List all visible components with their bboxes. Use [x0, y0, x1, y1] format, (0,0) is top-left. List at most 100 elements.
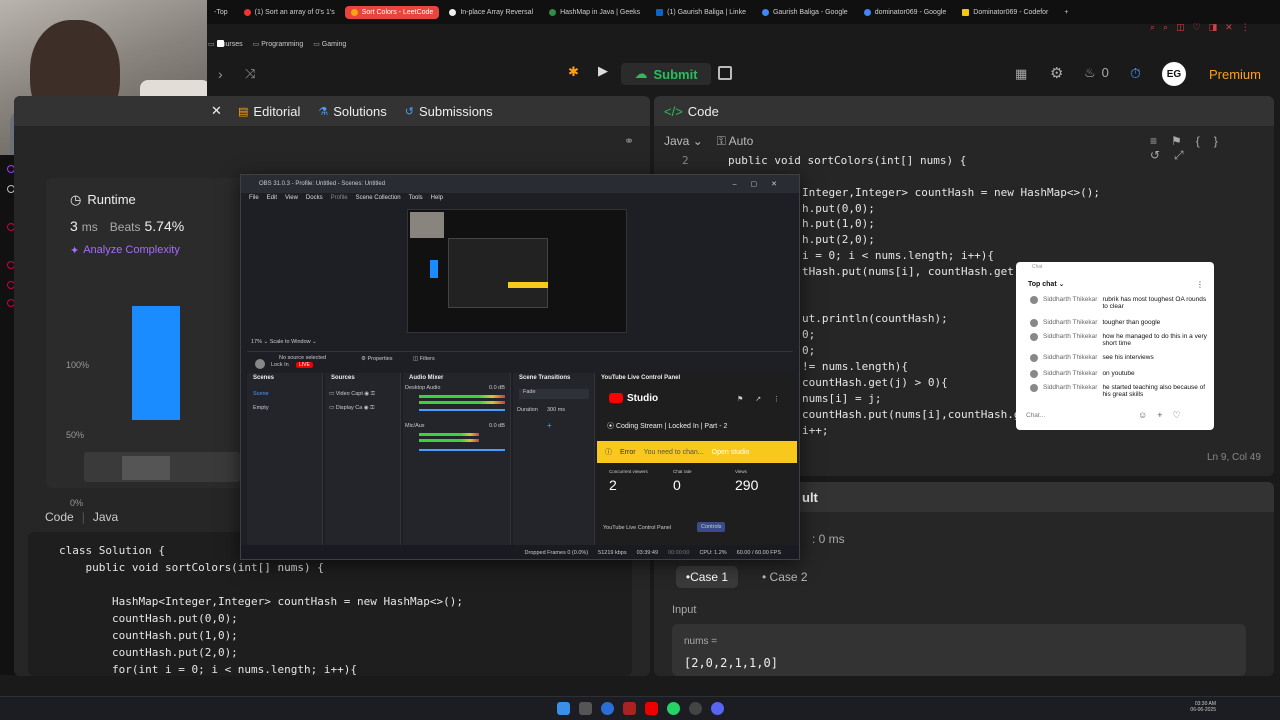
- leetcode-icon: [350, 8, 358, 16]
- debug-icon[interactable]: ✱: [568, 64, 588, 84]
- browser-tab[interactable]: dominator069 - Google: [858, 6, 953, 19]
- discord-icon[interactable]: [711, 702, 724, 715]
- scene-item[interactable]: Scene: [253, 391, 269, 397]
- memory-bar[interactable]: [122, 456, 170, 480]
- tab-code[interactable]: </> Code: [664, 104, 719, 119]
- streak-counter[interactable]: ♨ 0: [1084, 65, 1109, 81]
- globe-icon: [449, 8, 457, 16]
- avatar: [1030, 384, 1038, 392]
- menu-item[interactable]: Tools: [409, 195, 423, 201]
- menu-item[interactable]: Profile: [331, 195, 348, 201]
- duration-input[interactable]: 300 ms: [547, 407, 565, 413]
- layout-icon[interactable]: ▦: [1015, 66, 1027, 82]
- notes-icon[interactable]: [718, 66, 732, 80]
- tab-yt-control-panel[interactable]: YouTube Live Control Panel: [603, 525, 671, 531]
- avatar: [1030, 296, 1038, 304]
- menu-item[interactable]: Edit: [267, 195, 277, 201]
- obs-status-bar: Dropped Frames 0 (0.0%) 51219 kbps 03:39…: [241, 545, 799, 559]
- windows-start-icon[interactable]: [557, 702, 570, 715]
- browser-tab-active[interactable]: Sort Colors - LeetCode: [344, 5, 440, 19]
- volume-slider[interactable]: [419, 449, 505, 451]
- analyze-complexity-link[interactable]: ✦ Analyze Complexity: [70, 244, 180, 257]
- language-select[interactable]: Java ⌄: [664, 134, 703, 149]
- tab-submissions[interactable]: ↺ Submissions: [405, 104, 493, 119]
- chat-mode-select[interactable]: Top chat ⌄: [1028, 280, 1064, 288]
- add-icon[interactable]: +: [547, 421, 552, 430]
- browser-icon[interactable]: [601, 702, 614, 715]
- transition-select[interactable]: Fade: [519, 389, 589, 399]
- case-2-tab[interactable]: • Case 2: [762, 570, 808, 584]
- source-item[interactable]: ▭ Display Ca ◉ ⚿: [329, 405, 374, 412]
- stat-chat-rate: 0: [673, 477, 681, 493]
- browser-tab[interactable]: HashMap in Java | Geeks: [543, 6, 646, 19]
- avatar[interactable]: EG: [1162, 62, 1186, 86]
- case-1-tab[interactable]: • Case 1: [676, 566, 738, 588]
- properties-button[interactable]: ⚙ Properties: [361, 356, 393, 362]
- more-icon[interactable]: ⋮: [1196, 280, 1204, 289]
- bookmark-courses[interactable]: Courses: [208, 40, 243, 48]
- obs-preview[interactable]: [407, 209, 627, 333]
- error-banner: ⓘ Error You need to chan... Open studio: [597, 441, 797, 463]
- menu-item[interactable]: File: [249, 195, 259, 201]
- new-tab-button[interactable]: +: [1058, 6, 1074, 19]
- chat-actions[interactable]: ☺+♡: [1138, 410, 1191, 421]
- premium-button[interactable]: Premium: [1198, 63, 1272, 85]
- menu-item[interactable]: Scene Collection: [356, 195, 401, 201]
- bookmark-programming[interactable]: Programming: [253, 40, 303, 48]
- menu-item[interactable]: Help: [431, 195, 443, 201]
- tab-controls[interactable]: Controls: [697, 522, 726, 532]
- tab-editorial[interactable]: ▤ Editorial: [238, 104, 300, 119]
- stat-views: 290: [735, 477, 759, 493]
- run-icon[interactable]: ▶: [598, 63, 618, 85]
- browser-tab[interactable]: In-place Array Reversal: [443, 6, 539, 19]
- next-problem-icon[interactable]: ›: [218, 66, 223, 82]
- chat-message: Siddharth Thikekar tougher than google: [1030, 319, 1208, 327]
- open-studio-link[interactable]: Open studio: [712, 449, 750, 456]
- app-icon[interactable]: [623, 702, 636, 715]
- codeforces-icon: [962, 8, 970, 16]
- bookmark-gaming[interactable]: Gaming: [313, 40, 347, 48]
- upload-icon: ☁: [634, 66, 648, 81]
- source-item[interactable]: ▭ Video Capt ◉ ⚿: [329, 391, 375, 398]
- gear-icon[interactable]: ⚙: [1050, 64, 1063, 82]
- chat-input[interactable]: Chat...: [1026, 412, 1136, 419]
- browser-toolbar-icons[interactable]: ⌕⌕◫♡◨✕⋮: [1150, 22, 1258, 33]
- avatar: [255, 359, 265, 369]
- yt-actions[interactable]: ⚑↗⋮: [737, 395, 792, 403]
- cursor-position: Ln 9, Col 49: [1207, 452, 1261, 463]
- code-line: countHash.put(2,0);: [59, 646, 238, 659]
- lock-icon: ⚿: [716, 134, 726, 148]
- youtube-icon[interactable]: [645, 702, 658, 715]
- obs-icon[interactable]: [689, 702, 702, 715]
- volume-slider[interactable]: [419, 409, 505, 411]
- menu-item[interactable]: Docks: [306, 195, 323, 201]
- browser-tab[interactable]: (1) Sort an array of 0's 1's: [238, 6, 341, 19]
- window-controls[interactable]: –▢✕: [733, 180, 791, 188]
- timer-icon[interactable]: ⏱: [1130, 65, 1141, 82]
- scene-item[interactable]: Empty: [253, 405, 269, 411]
- code-line: countHash.put(0,0);: [59, 612, 238, 625]
- browser-tab[interactable]: Dominator069 - Codefor: [956, 6, 1054, 19]
- google-icon: [863, 8, 871, 16]
- share-link-icon[interactable]: ⚭: [624, 134, 634, 148]
- shuffle-icon[interactable]: ⤨: [245, 66, 255, 82]
- code-icon: </>: [664, 103, 683, 119]
- task-view-icon[interactable]: [579, 702, 592, 715]
- browser-tab[interactable]: -Top: [208, 6, 234, 19]
- whatsapp-icon[interactable]: [667, 702, 680, 715]
- tab-solutions[interactable]: ⚗ Solutions: [318, 104, 386, 119]
- menu-item[interactable]: View: [285, 195, 298, 201]
- code-line: HashMap<Integer,Integer> countHash = new…: [59, 595, 463, 608]
- runtime-bar[interactable]: [132, 306, 180, 420]
- y-tick: 50%: [66, 430, 85, 440]
- browser-tab[interactable]: (1) Gaurish Baliga | Linke: [650, 6, 752, 19]
- close-icon[interactable]: ✕: [211, 103, 222, 119]
- warning-icon: ⓘ: [605, 449, 612, 456]
- submit-button[interactable]: ☁ Submit: [621, 63, 711, 85]
- apps-icon[interactable]: [217, 40, 224, 47]
- clock[interactable]: 03:30 AM 06-06-2025: [1160, 701, 1216, 713]
- filters-button[interactable]: ◫ Filters: [413, 356, 435, 362]
- autocomplete-toggle[interactable]: ⚿ Auto: [717, 134, 754, 149]
- browser-tab[interactable]: Gaurish Baliga - Google: [756, 6, 854, 19]
- stat-viewers: 2: [609, 477, 617, 493]
